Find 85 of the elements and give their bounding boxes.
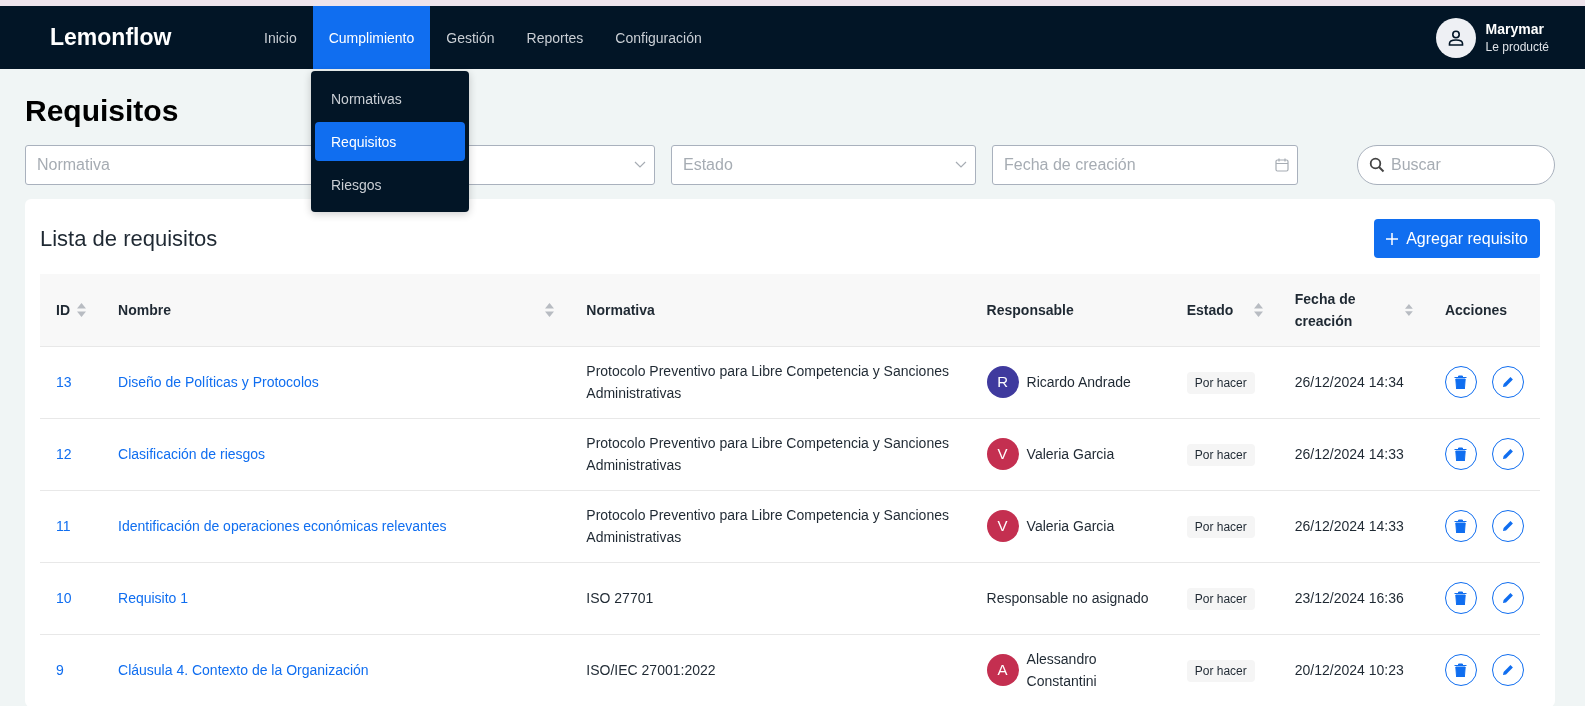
column-header: Normativa (570, 274, 971, 346)
table-cell-text: Ricardo Andrade (1026, 373, 1131, 392)
delete-button[interactable] (1444, 438, 1477, 470)
pencil-icon (1501, 448, 1514, 460)
search-icon (1369, 157, 1385, 173)
nav-tab[interactable]: Configuración (599, 6, 718, 69)
pencil-icon (1501, 376, 1514, 388)
initial-avatar: V (986, 438, 1019, 470)
table-cell: Protocolo Preventivo para Libre Competencia y Sanciones Administrativas (586, 507, 949, 545)
table-cell: 26/12/2024 14:34 (1294, 374, 1404, 390)
pencil-icon (1501, 664, 1514, 676)
edit-button[interactable] (1491, 582, 1524, 614)
id-link[interactable]: 11 (56, 518, 71, 534)
edit-button[interactable] (1491, 366, 1524, 398)
user-avatar[interactable] (1435, 17, 1476, 58)
nav-tab[interactable]: Gestión (430, 6, 511, 69)
chevron-down-icon (955, 161, 967, 169)
status-tag: Por hacer (1186, 443, 1255, 466)
table-cell: Protocolo Preventivo para Libre Competencia y Sanciones Administrativas (586, 435, 949, 473)
plus-icon (1386, 232, 1399, 245)
status-tag: Por hacer (1186, 515, 1255, 538)
column-header: Responsable (970, 274, 1171, 346)
name-link[interactable]: Identificación de operaciones económicas relevantes (118, 518, 447, 534)
placeholder-text: Buscar (1391, 156, 1442, 174)
id-link[interactable]: 12 (56, 446, 72, 462)
table-cell: 23/12/2024 16:36 (1294, 590, 1404, 606)
trash-icon (1454, 591, 1468, 605)
table-cell: ISO 27701 (586, 590, 654, 606)
table-cell: 26/12/2024 14:33 (1294, 446, 1404, 462)
table-cell: 26/12/2024 14:33 (1294, 518, 1404, 534)
column-header[interactable]: ID (40, 274, 103, 346)
pencil-icon (1501, 520, 1514, 532)
initial-avatar: V (986, 510, 1019, 542)
trash-icon (1454, 663, 1468, 677)
delete-button[interactable] (1444, 510, 1477, 542)
name-link[interactable]: Clasificación de riesgos (118, 446, 266, 462)
table-cell: ISO/IEC 27001:2022 (586, 662, 716, 678)
delete-button[interactable] (1444, 366, 1477, 398)
id-link[interactable]: 13 (56, 374, 72, 390)
page-title: Requisitos (25, 93, 179, 129)
table-cell-text: Responsable no asignado (986, 589, 1149, 608)
edit-button[interactable] (1491, 654, 1524, 686)
delete-button[interactable] (1444, 654, 1477, 686)
id-link[interactable]: 9 (56, 662, 64, 678)
table-cell-text: Valeria Garcia (1026, 517, 1115, 536)
name-link[interactable]: Diseño de Políticas y Protocolos (118, 374, 319, 390)
edit-button[interactable] (1491, 438, 1524, 470)
nav-tab[interactable]: Inicio (248, 6, 313, 69)
user-name: Marymar (1485, 21, 1545, 37)
table-cell-text: Valeria Garcia (1026, 445, 1115, 464)
table-cell: Protocolo Preventivo para Libre Competencia y Sanciones Administrativas (586, 363, 949, 401)
delete-button[interactable] (1444, 582, 1477, 614)
menu-item[interactable]: Requisitos (315, 122, 465, 161)
calendar-icon (1275, 158, 1289, 172)
column-header[interactable]: Estado (1170, 274, 1279, 346)
menu-item[interactable]: Normativas (315, 79, 465, 118)
name-link[interactable]: Requisito 1 (118, 590, 189, 606)
initial-avatar: A (986, 654, 1019, 686)
card-title: Lista de requisitos (40, 225, 218, 252)
nav-tab[interactable]: Reportes (510, 6, 600, 69)
trash-icon (1454, 519, 1468, 533)
column-header[interactable]: Nombre (102, 274, 571, 346)
table-cell: 20/12/2024 10:23 (1294, 662, 1404, 678)
placeholder-text: Fecha de creación (1004, 156, 1137, 174)
table-cell-text: Alessandro Constantini (1026, 650, 1098, 691)
nav-tab[interactable]: Cumplimiento (312, 6, 431, 69)
status-tag: Por hacer (1186, 659, 1255, 682)
placeholder-text: Estado (683, 156, 734, 174)
trash-icon (1454, 447, 1468, 461)
placeholder-text: Normativa (37, 156, 111, 174)
app-logo: Lemonflow (50, 23, 173, 52)
status-tag: Por hacer (1186, 587, 1255, 610)
id-link[interactable]: 10 (56, 590, 72, 606)
person-icon (1446, 28, 1465, 47)
add-button[interactable]: Agregar requisito (1374, 219, 1540, 258)
pencil-icon (1501, 592, 1514, 604)
initial-avatar: R (986, 366, 1019, 398)
column-header: Acciones (1428, 274, 1540, 346)
status-tag: Por hacer (1186, 371, 1255, 394)
edit-button[interactable] (1491, 510, 1524, 542)
user-subtitle: Le producté (1485, 40, 1549, 54)
chevron-down-icon (634, 161, 646, 169)
name-link[interactable]: Cláusula 4. Contexto de la Organización (118, 662, 369, 678)
trash-icon (1454, 375, 1468, 389)
column-header[interactable]: Fecha de creación (1278, 274, 1429, 346)
